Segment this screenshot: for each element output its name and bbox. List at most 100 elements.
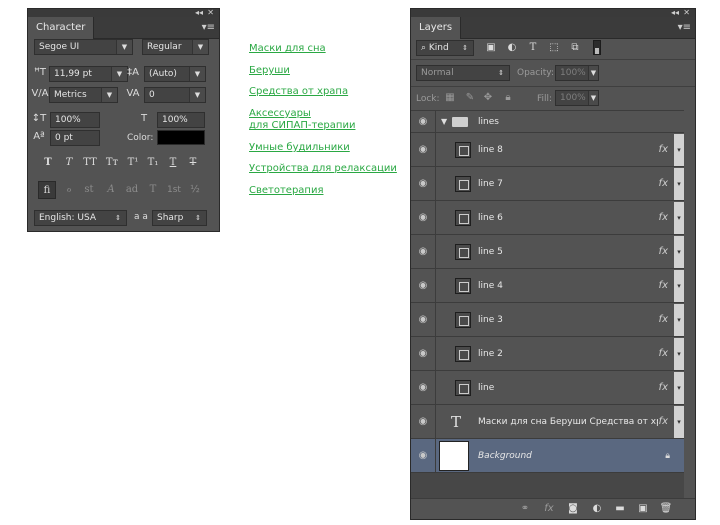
eye-icon[interactable]: ◉ [411,439,436,473]
all-caps-button[interactable]: TT [81,156,99,170]
eye-icon[interactable]: ◉ [411,405,436,439]
fx-icon[interactable]: fx [659,303,668,337]
eye-icon[interactable]: ◉ [411,303,436,337]
chevron-down-icon[interactable]: ▾ [674,338,684,370]
eye-icon[interactable]: ◉ [411,201,436,235]
layer-row-text[interactable]: ◉ T Маски для сна Беруши Средства от хра… [411,405,684,439]
tab-layers[interactable]: Layers [411,17,462,39]
chevron-down-icon[interactable]: ▾ [674,304,684,336]
chevron-down-icon[interactable]: ▾ [674,372,684,404]
eye-icon[interactable]: ◉ [411,111,436,133]
layer-row[interactable]: ◉ line fx ▾ [411,371,684,405]
new-layer-icon[interactable]: ▣ [636,502,650,516]
layer-row[interactable]: ◉ line 7 fx ▾ [411,167,684,201]
blend-mode-dropdown[interactable]: Normal ⇕ [416,65,510,81]
strikethrough-button[interactable]: T [185,156,201,170]
fx-icon[interactable]: fx [659,133,668,167]
add-mask-icon[interactable]: ◙ [566,502,580,516]
lock-all-icon[interactable]: 🔒︎ [502,91,514,105]
oldstyle-button[interactable]: ad [123,183,141,197]
link-layers-icon[interactable]: ⚭ [518,502,532,516]
link-smart-alarms[interactable]: Умные будильники [249,142,350,154]
fx-icon[interactable]: fx [659,371,668,405]
swash-button[interactable]: A [103,183,119,197]
lock-move-icon[interactable]: ✥ [482,91,494,105]
filter-adjustment-icon[interactable]: ◐ [505,41,519,55]
fill-input[interactable]: 100% ▼ [555,90,599,106]
discretionary-ligatures-button[interactable]: ℴ [61,183,77,197]
underline-button[interactable]: T [165,156,181,170]
faux-bold-button[interactable]: T [40,156,56,170]
kerning-dropdown[interactable]: Metrics ▼ [49,87,118,103]
layer-row[interactable]: ◉ line 2 fx ▾ [411,337,684,371]
lock-brush-icon[interactable]: ✎ [464,91,476,105]
panel-menu-icon[interactable]: ▾≡ [678,22,691,34]
filter-pixel-icon[interactable]: ▣ [484,41,498,55]
stylistic-alternates-button[interactable]: st [81,183,97,197]
lock-transparent-icon[interactable]: ▦ [444,91,456,105]
eye-icon[interactable]: ◉ [411,269,436,303]
opacity-input[interactable]: 100% ▼ [555,65,599,81]
add-style-icon[interactable]: fx [542,502,556,516]
eye-icon[interactable]: ◉ [411,235,436,269]
font-size-dropdown[interactable]: 11,99 pt ▼ [49,66,128,82]
link-accessories[interactable]: Аксессуары [249,108,311,120]
filter-type-icon[interactable]: T [526,41,540,55]
antialias-dropdown[interactable]: Sharp ⇕ [152,210,207,226]
chevron-down-icon[interactable]: ▾ [674,202,684,234]
filter-smart-object-icon[interactable]: ⧉ [568,41,582,55]
layer-row[interactable]: ◉ line 8 fx ▾ [411,133,684,167]
link-sleep-masks[interactable]: Маски для сна [249,43,326,55]
faux-italic-button[interactable]: T [61,156,77,170]
vertical-scale-input[interactable]: 100% [50,112,100,128]
chevron-down-icon[interactable]: ▾ [674,134,684,166]
tab-character[interactable]: Character [28,17,95,39]
filter-toggle-switch[interactable] [593,40,601,55]
filter-shape-icon[interactable]: ⬚ [547,41,561,55]
horizontal-scale-input[interactable]: 100% [157,112,205,128]
subscript-button[interactable]: T₁ [145,156,161,170]
ligatures-button[interactable]: fi [38,181,56,199]
font-style-dropdown[interactable]: Regular ▼ [142,39,209,55]
text-color-swatch[interactable] [157,130,205,145]
eye-icon[interactable]: ◉ [411,371,436,405]
titling-button[interactable]: T [145,183,161,197]
chevron-down-icon[interactable]: ▾ [674,270,684,302]
link-snoring-remedies[interactable]: Средства от храпа [249,86,348,98]
language-dropdown[interactable]: English: USA ⇕ [34,210,127,226]
link-relaxation-devices[interactable]: Устройства для релаксации [249,163,397,175]
delete-layer-icon[interactable]: 🗑︎ [659,502,673,516]
layer-row[interactable]: ◉ line 3 fx ▾ [411,303,684,337]
layer-row-background[interactable]: ◉ Background 🔒︎ [411,439,684,473]
tracking-dropdown[interactable]: 0 ▼ [144,87,206,103]
link-cpap-therapy[interactable]: для СИПАП-терапии [249,120,355,132]
layer-row[interactable]: ◉ line 6 fx ▾ [411,201,684,235]
filter-kind-dropdown[interactable]: ⌕ Kind ⇕ [416,40,474,56]
layer-row[interactable]: ◉ line 5 fx ▾ [411,235,684,269]
fx-icon[interactable]: fx [659,201,668,235]
chevron-down-icon[interactable]: ▾ [674,236,684,268]
ordinals-button[interactable]: 1st [164,183,184,197]
fx-icon[interactable]: fx [659,269,668,303]
eye-icon[interactable]: ◉ [411,133,436,167]
fx-icon[interactable]: fx [659,235,668,269]
font-family-dropdown[interactable]: Segoe UI ▼ [34,39,133,55]
fx-icon[interactable]: fx [659,337,668,371]
panel-menu-icon[interactable]: ▾≡ [202,22,215,34]
fx-icon[interactable]: fx [659,167,668,201]
link-light-therapy[interactable]: Светотерапия [249,185,323,197]
chevron-down-icon[interactable]: ▾ [674,406,684,438]
layer-group-lines[interactable]: ◉ ▼ lines [411,111,684,133]
small-caps-button[interactable]: Tт [103,156,121,170]
adjustment-layer-icon[interactable]: ◐ [590,502,604,516]
layer-row[interactable]: ◉ line 4 fx ▾ [411,269,684,303]
eye-icon[interactable]: ◉ [411,337,436,371]
leading-dropdown[interactable]: (Auto) ▼ [144,66,206,82]
fx-icon[interactable]: fx [659,405,668,439]
chevron-down-icon[interactable]: ▾ [674,168,684,200]
superscript-button[interactable]: T¹ [125,156,141,170]
group-expand-icon[interactable]: ▼ [441,111,447,133]
fractions-button[interactable]: ½ [187,183,203,197]
link-earplugs[interactable]: Беруши [249,65,290,77]
new-group-icon[interactable]: ▬ [613,502,627,516]
